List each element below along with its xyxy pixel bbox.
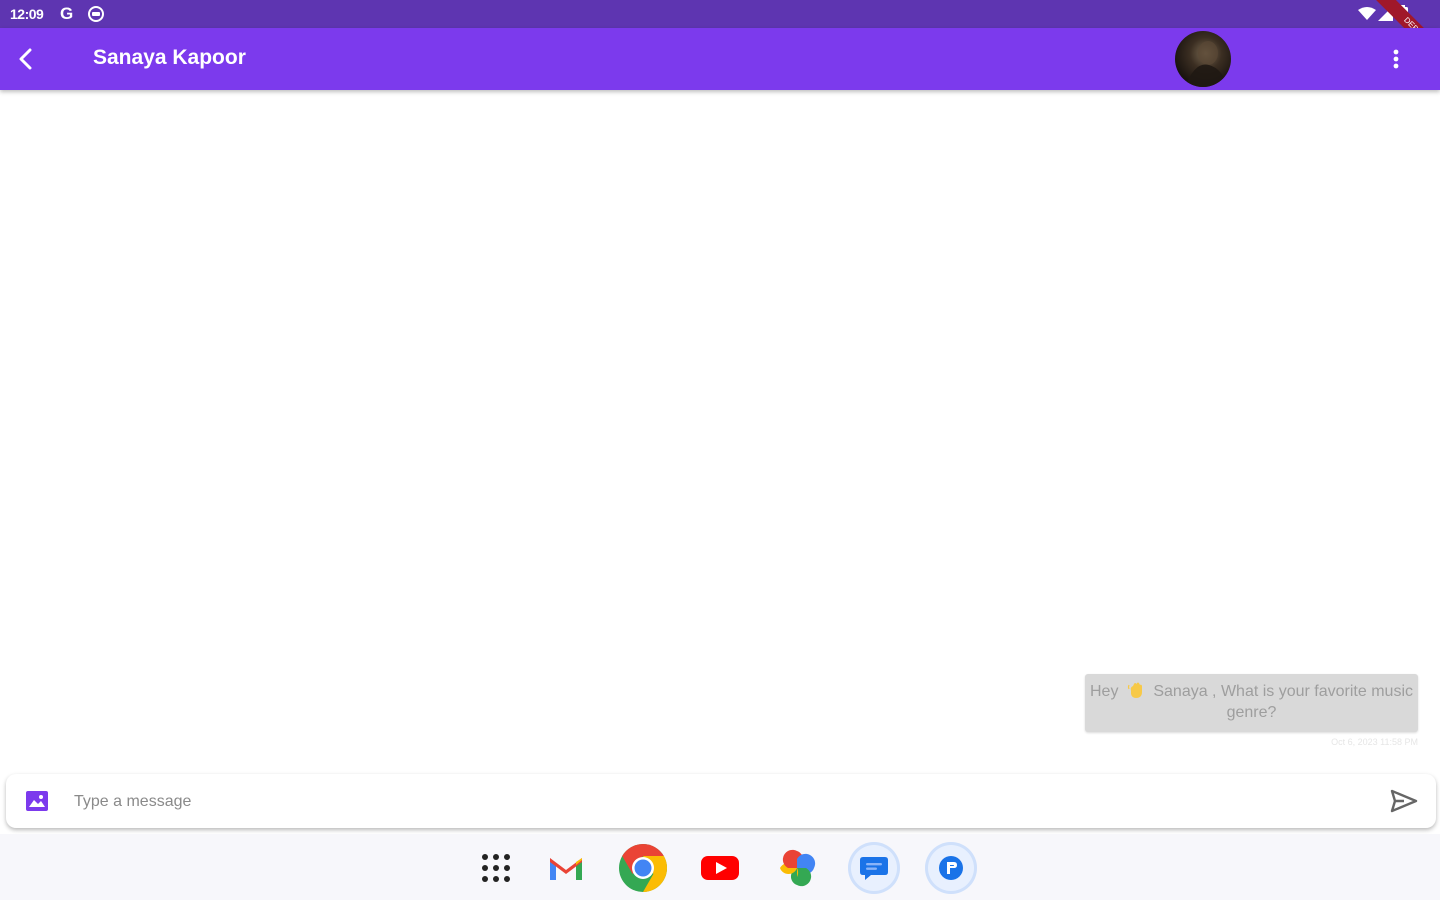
more-options-button[interactable] <box>1383 43 1409 75</box>
message-timestamp: Oct 6, 2023 11:58 PM <box>1331 737 1418 747</box>
back-button[interactable] <box>10 43 42 75</box>
message-text-start: Hey <box>1089 683 1119 700</box>
image-icon[interactable] <box>26 791 48 811</box>
app-bar: Sanaya Kapoor <box>0 28 1440 90</box>
messages-app[interactable] <box>848 842 900 894</box>
taskbar-dock <box>0 834 1440 900</box>
youtube-app[interactable] <box>694 842 746 894</box>
app-drawer-button[interactable] <box>470 842 522 894</box>
files-icon <box>939 856 963 880</box>
message-bubble[interactable]: Hey Sanaya , What is your favorite music… <box>1085 674 1418 732</box>
accessibility-icon <box>88 6 104 22</box>
message-input[interactable] <box>72 784 1376 820</box>
wifi-icon <box>1358 7 1376 20</box>
google-photos-icon <box>780 849 816 887</box>
app-drawer-icon <box>482 854 510 882</box>
waving-hand-icon <box>1127 682 1142 698</box>
gmail-icon <box>550 858 582 880</box>
avatar-photo <box>1185 41 1227 87</box>
status-time: 12:09 <box>10 6 44 22</box>
avatar[interactable] <box>1175 31 1231 87</box>
google-g-icon: G <box>60 4 74 23</box>
message-list[interactable]: Hey Sanaya , What is your favorite music… <box>0 90 1440 770</box>
files-app[interactable] <box>925 842 977 894</box>
youtube-icon <box>701 856 739 880</box>
chrome-icon <box>619 844 668 892</box>
chat-title: Sanaya Kapoor <box>93 46 246 69</box>
message-text-end: Sanaya , What is your favorite music gen… <box>1153 683 1413 721</box>
send-icon[interactable] <box>1390 789 1418 813</box>
status-bar: 12:09 G DEBUG <box>0 0 1440 73</box>
more-vert-icon <box>1393 49 1399 69</box>
chrome-app[interactable] <box>617 842 669 894</box>
google-photos-app[interactable] <box>771 842 823 894</box>
back-arrow-icon <box>19 48 32 70</box>
messages-icon <box>860 857 888 880</box>
message-composer <box>6 774 1436 828</box>
gmail-app[interactable] <box>540 842 592 894</box>
